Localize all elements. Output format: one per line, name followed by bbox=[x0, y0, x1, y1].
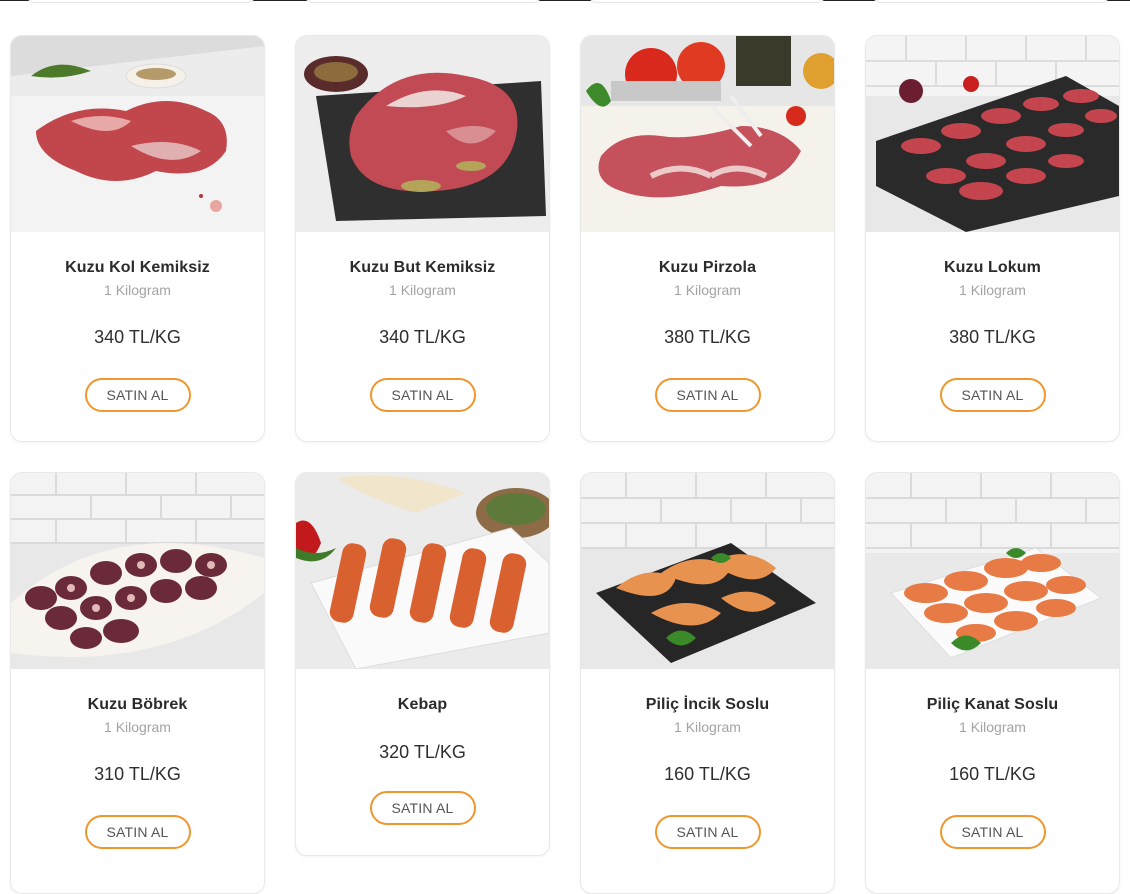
product-unit: 1 Kilogram bbox=[959, 282, 1026, 298]
product-unit: 1 Kilogram bbox=[674, 282, 741, 298]
product-name: Kuzu Pirzola bbox=[658, 259, 757, 276]
product-price: 160 TL/KG bbox=[664, 764, 751, 784]
product-name: Kebap bbox=[397, 696, 448, 713]
product-price: 320 TL/KG bbox=[379, 742, 466, 762]
product-card[interactable]: Kuzu But Kemiksiz 1 Kilogram 340 TL/KG S… bbox=[295, 35, 550, 442]
previous-card-edge bbox=[304, 0, 542, 3]
product-card[interactable]: Kuzu Böbrek 1 Kilogram 310 TL/KG SATIN A… bbox=[10, 472, 265, 894]
product-price: 160 TL/KG bbox=[949, 764, 1036, 784]
product-price: 380 TL/KG bbox=[664, 327, 751, 347]
product-price: 380 TL/KG bbox=[949, 327, 1036, 347]
product-price: 310 TL/KG bbox=[94, 764, 181, 784]
product-name: Piliç Kanat Soslu bbox=[926, 696, 1059, 713]
product-unit: 1 Kilogram bbox=[389, 282, 456, 298]
buy-button[interactable]: SATIN AL bbox=[84, 378, 191, 412]
product-image[interactable] bbox=[866, 473, 1119, 669]
buy-button[interactable]: SATIN AL bbox=[939, 815, 1046, 849]
product-card[interactable]: Kuzu Kol Kemiksiz 1 Kilogram 340 TL/KG S… bbox=[10, 35, 265, 442]
buy-button[interactable]: SATIN AL bbox=[369, 791, 476, 825]
previous-card-edge bbox=[26, 0, 256, 3]
product-unit: 1 Kilogram bbox=[104, 719, 171, 735]
buy-button[interactable]: SATIN AL bbox=[369, 378, 476, 412]
product-image[interactable] bbox=[581, 36, 834, 232]
previous-card-edge bbox=[872, 0, 1110, 3]
product-card[interactable]: Piliç İncik Soslu 1 Kilogram 160 TL/KG S… bbox=[580, 472, 835, 894]
product-card[interactable]: Kuzu Pirzola 1 Kilogram 380 TL/KG SATIN … bbox=[580, 35, 835, 442]
product-image[interactable] bbox=[581, 473, 834, 669]
buy-button[interactable]: SATIN AL bbox=[939, 378, 1046, 412]
product-name: Kuzu Böbrek bbox=[87, 696, 188, 713]
product-image[interactable] bbox=[866, 36, 1119, 232]
buy-button[interactable]: SATIN AL bbox=[654, 378, 761, 412]
product-name: Piliç İncik Soslu bbox=[645, 696, 770, 713]
product-unit: 1 Kilogram bbox=[959, 719, 1026, 735]
product-name: Kuzu Lokum bbox=[944, 259, 1041, 276]
product-image[interactable] bbox=[11, 473, 264, 669]
previous-card-edge bbox=[588, 0, 826, 3]
product-card[interactable]: Kebap 320 TL/KG SATIN AL bbox=[295, 472, 550, 856]
product-image[interactable] bbox=[296, 473, 549, 669]
product-unit: 1 Kilogram bbox=[674, 719, 741, 735]
product-image[interactable] bbox=[11, 36, 264, 232]
product-price: 340 TL/KG bbox=[379, 327, 466, 347]
product-card[interactable]: Kuzu Lokum 1 Kilogram 380 TL/KG SATIN AL bbox=[865, 35, 1120, 442]
product-card[interactable]: Piliç Kanat Soslu 1 Kilogram 160 TL/KG S… bbox=[865, 472, 1120, 894]
buy-button[interactable]: SATIN AL bbox=[654, 815, 761, 849]
product-image[interactable] bbox=[296, 36, 549, 232]
buy-button[interactable]: SATIN AL bbox=[84, 815, 191, 849]
product-unit: 1 Kilogram bbox=[104, 282, 171, 298]
product-price: 340 TL/KG bbox=[94, 327, 181, 347]
product-name: Kuzu But Kemiksiz bbox=[349, 259, 496, 276]
product-name: Kuzu Kol Kemiksiz bbox=[65, 259, 210, 276]
